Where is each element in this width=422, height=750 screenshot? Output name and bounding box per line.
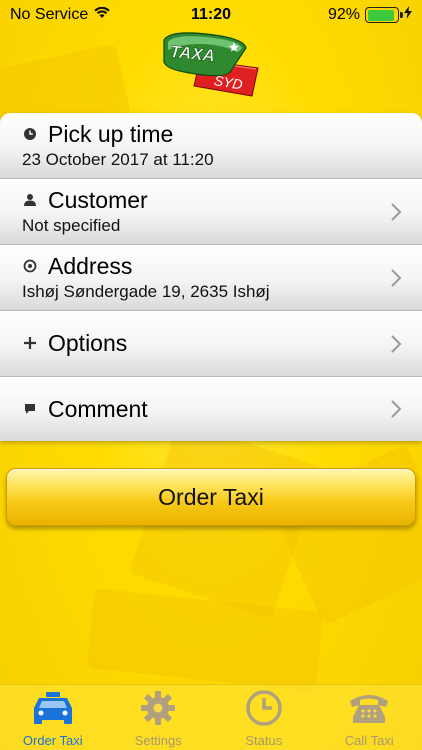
clock-icon (242, 689, 286, 727)
charging-icon (404, 6, 412, 24)
plus-icon (23, 336, 37, 350)
row-title: Customer (48, 187, 148, 213)
carrier-label: No Service (10, 6, 89, 23)
status-left: No Service (10, 6, 110, 24)
tab-call-taxi[interactable]: Call Taxi (317, 685, 422, 750)
comment-icon (23, 402, 37, 416)
row-title: Options (48, 330, 128, 356)
tab-order-taxi[interactable]: Order Taxi (0, 685, 106, 750)
phone-icon (347, 689, 391, 727)
row-subtitle: Not specified (22, 216, 121, 235)
row-customer[interactable]: Customer Not specified (0, 179, 422, 245)
tab-status[interactable]: Status (211, 685, 317, 750)
row-title: Pick up time (48, 121, 174, 147)
battery-percent: 92% (327, 6, 360, 23)
row-address[interactable]: Address Ishøj Søndergade 19, 2635 Ishøj (0, 245, 422, 311)
person-icon (23, 193, 37, 207)
gear-icon (136, 689, 180, 727)
tab-label: Settings (134, 733, 182, 748)
row-title: Address (48, 253, 133, 279)
tab-label: Status (245, 733, 283, 748)
row-subtitle: Ishøj Søndergade 19, 2635 Ishøj (22, 282, 270, 301)
order-taxi-button[interactable]: Order Taxi (6, 468, 416, 526)
taxa-syd-logo: SYD TAXA (160, 30, 264, 98)
row-title: Comment (48, 396, 148, 422)
taxi-icon (31, 689, 75, 727)
chevron-right-icon (390, 334, 402, 354)
row-options[interactable]: Options (0, 311, 422, 377)
row-subtitle: 23 October 2017 at 11:20 (22, 150, 214, 169)
location-icon (23, 259, 37, 273)
row-comment[interactable]: Comment (0, 377, 422, 441)
tab-bar: Order Taxi Settings Status Call Taxi (0, 684, 422, 750)
chevron-right-icon (390, 399, 402, 419)
tab-label: Order Taxi (22, 733, 83, 748)
row-pick-up-time[interactable]: Pick up time 23 October 2017 at 11:20 (0, 113, 422, 179)
status-right: 92% (328, 6, 412, 24)
clock-icon (23, 127, 37, 141)
order-details-list: Pick up time 23 October 2017 at 11:20 Cu… (0, 113, 422, 441)
chevron-right-icon (390, 268, 402, 288)
tab-label: Call Taxi (344, 733, 394, 748)
wifi-icon (94, 6, 110, 24)
tab-settings[interactable]: Settings (106, 685, 212, 750)
battery-icon (365, 7, 403, 23)
chevron-right-icon (390, 202, 402, 222)
status-bar: No Service 11:20 92% (0, 0, 422, 30)
